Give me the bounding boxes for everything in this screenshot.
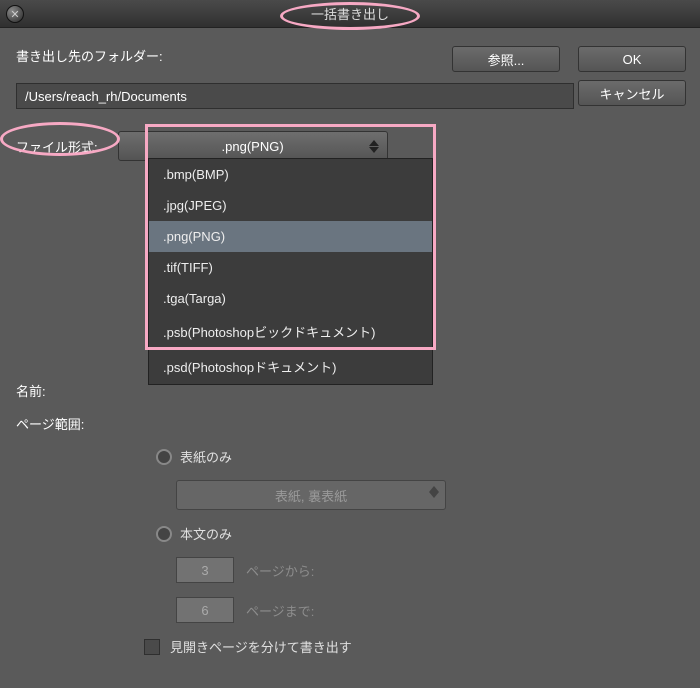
name-label: 名前: [16,381,134,400]
page-to-input[interactable] [176,597,234,623]
file-format-dropdown[interactable]: .bmp(BMP).jpg(JPEG).png(PNG).tif(TIFF).t… [148,158,433,385]
file-format-option[interactable]: .tga(Targa) [149,283,432,314]
file-format-select[interactable]: .png(PNG) [118,131,388,161]
page-from-input[interactable] [176,557,234,583]
file-format-option[interactable]: .tif(TIFF) [149,252,432,283]
close-button[interactable]: ✕ [6,5,24,23]
radio-body-only-label: 本文のみ [180,524,232,543]
page-to-label: ページまで: [246,601,314,620]
radio-body-only[interactable] [156,526,172,542]
select-stepper-icon [367,136,381,156]
file-format-label: ファイル形式: [16,131,98,156]
spread-checkbox-label: 見開きページを分けて書き出す [170,637,352,656]
cancel-button-label: キャンセル [599,84,664,103]
dialog-title: 一括書き出し [311,4,389,23]
file-format-option[interactable]: .png(PNG) [149,221,432,252]
cover-select-label: 表紙, 裏表紙 [275,486,347,505]
radio-cover-only[interactable] [156,449,172,465]
file-format-option[interactable]: .psb(Photoshopビックドキュメント) [149,314,432,349]
file-format-option[interactable]: .bmp(BMP) [149,159,432,190]
page-range-label: ページ範囲: [16,414,134,433]
file-format-option[interactable]: .psd(Photoshopドキュメント) [149,349,432,384]
page-from-label: ページから: [246,561,314,580]
browse-button-label: 参照... [488,50,525,69]
cover-select-disabled: 表紙, 裏表紙 [176,480,446,510]
spread-checkbox[interactable] [144,639,160,655]
folder-path-input[interactable] [16,83,574,109]
file-format-option[interactable]: .jpg(JPEG) [149,190,432,221]
browse-button[interactable]: 参照... [452,46,560,72]
file-format-selected: .png(PNG) [222,139,284,154]
radio-cover-only-label: 表紙のみ [180,447,232,466]
title-bar: ✕ 一括書き出し [0,0,700,28]
cancel-button[interactable]: キャンセル [578,80,686,106]
close-icon: ✕ [10,8,19,21]
ok-button[interactable]: OK [578,46,686,72]
ok-button-label: OK [623,52,642,67]
